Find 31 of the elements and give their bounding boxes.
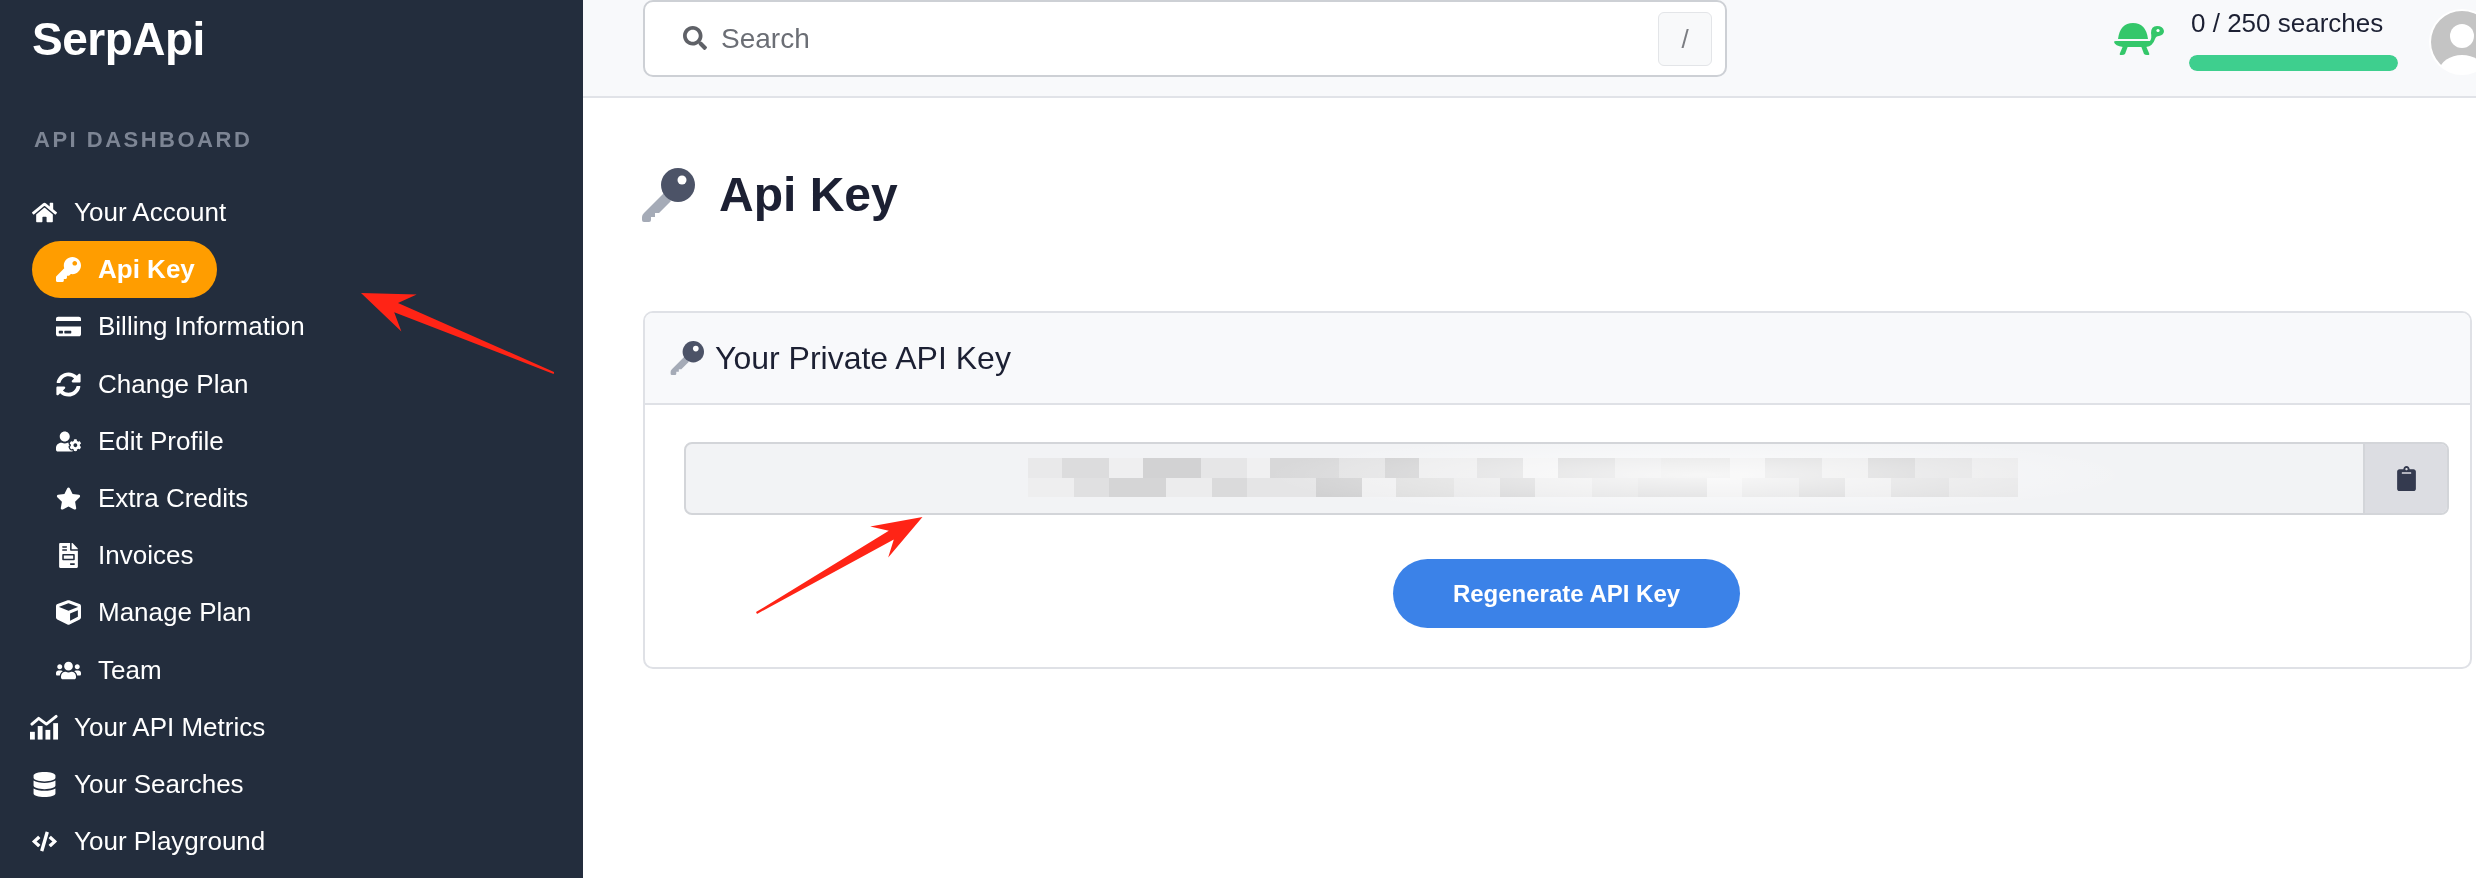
usage-count: 0 / 250 searches [2191, 8, 2384, 38]
avatar-icon[interactable] [2428, 8, 2476, 76]
copy-button[interactable] [2363, 444, 2447, 513]
sidebar-item[interactable]: Your Playground [8, 813, 288, 871]
key-icon [670, 341, 704, 375]
search-icon [683, 26, 707, 50]
card-title: Your Private API Key [715, 339, 1011, 377]
regenerate-button[interactable]: Regenerate API Key [1392, 559, 1741, 628]
shortcut-key: / [1658, 12, 1712, 66]
turtle-icon [2114, 22, 2164, 55]
page-title: Api Key [719, 168, 898, 222]
api-key-field[interactable] [684, 442, 2449, 515]
key-icon [56, 257, 81, 283]
sidebar-item[interactable]: Edit Profile [32, 412, 246, 470]
sidebar-item[interactable]: Your Account [8, 184, 249, 242]
database-icon [32, 771, 57, 797]
chart-icon [30, 714, 59, 741]
star-icon [56, 486, 81, 512]
sidebar-item[interactable]: Invoices [32, 527, 216, 585]
sidebar-item[interactable]: Extra Credits [32, 469, 271, 528]
sidebar-item[interactable]: Manage Plan [32, 584, 274, 642]
cube-icon [56, 600, 81, 626]
sidebar-item[interactable]: Change Plan [32, 355, 271, 413]
sidebar-item[interactable]: Team [32, 641, 184, 699]
section-title: API DASHBOARD [34, 129, 253, 151]
sidebar-item[interactable]: Your Searches [8, 755, 266, 814]
sidebar-item[interactable]: Your API Metrics [8, 698, 288, 756]
document-icon [56, 543, 81, 569]
sidebar-item[interactable]: Billing Information [32, 298, 327, 356]
key-icon [641, 168, 695, 222]
refresh-icon [56, 371, 81, 397]
